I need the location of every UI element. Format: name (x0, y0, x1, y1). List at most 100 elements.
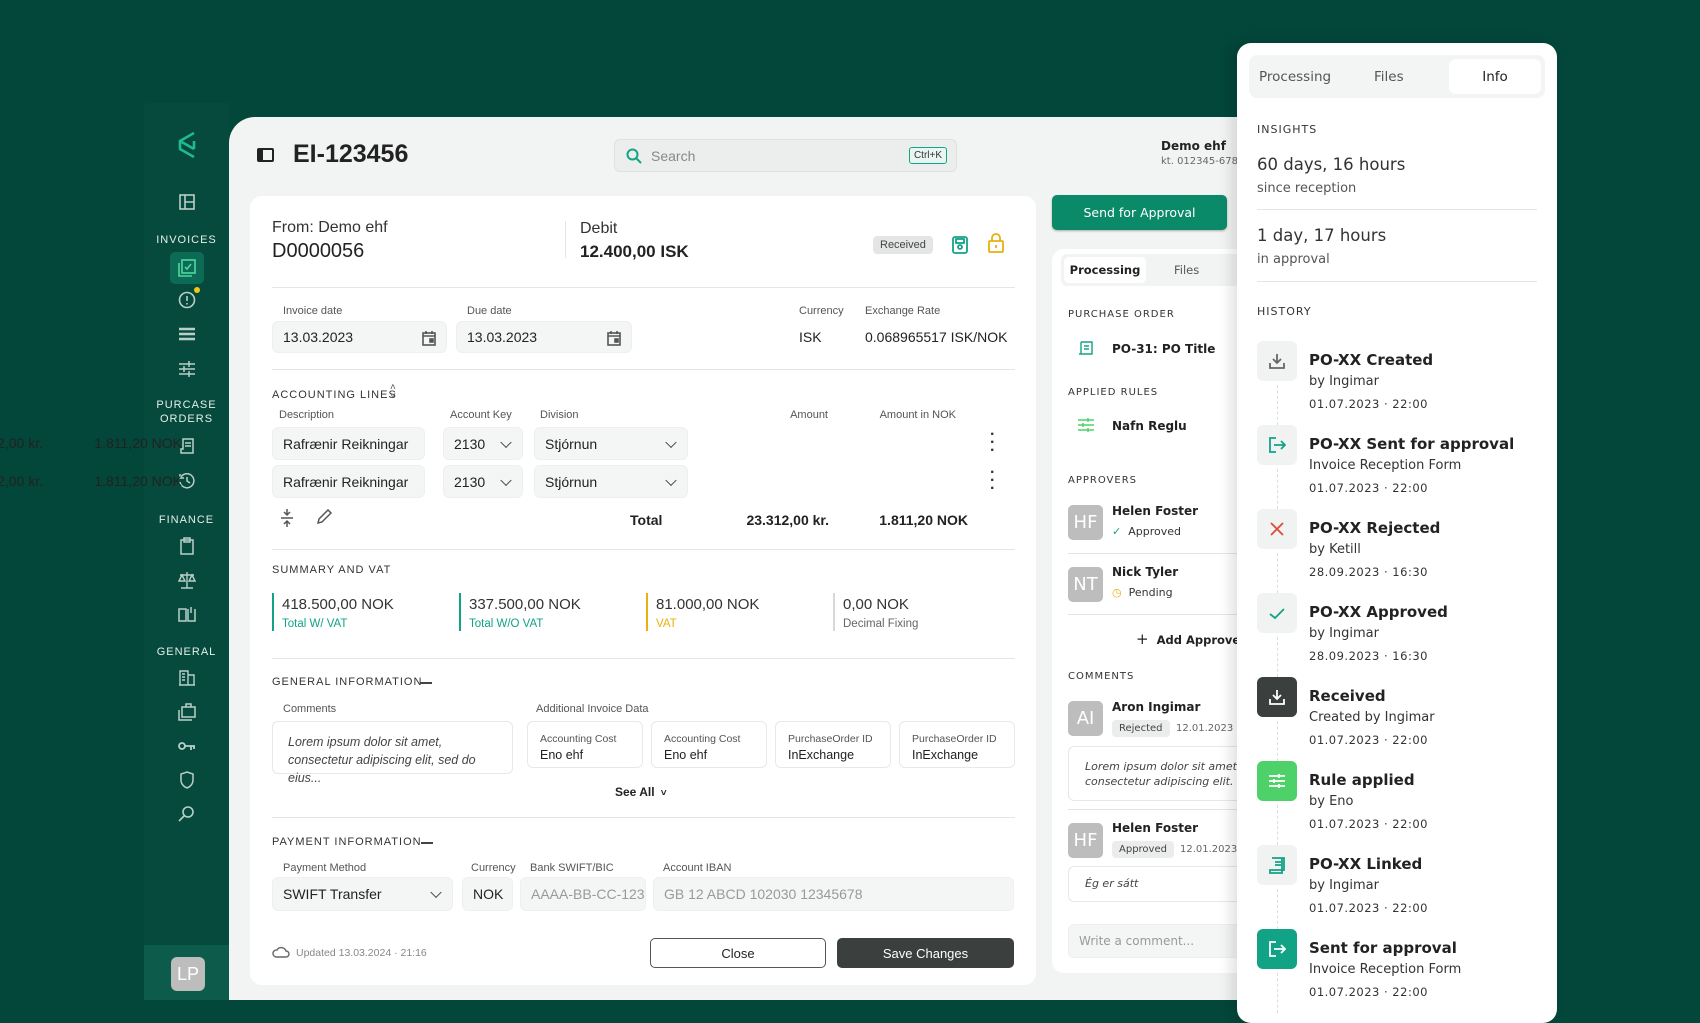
more-options-icon[interactable]: · · · (990, 427, 995, 459)
iban-input[interactable]: GB 12 ABCD 102030 12345678 (653, 877, 1014, 911)
history-subtitle: by Eno (1309, 794, 1354, 809)
avatar: HF (1068, 505, 1103, 540)
split-icon[interactable] (280, 509, 294, 527)
description-field[interactable]: Rafrænir Reikningar (272, 427, 425, 460)
avatar: AI (1068, 701, 1103, 736)
comments-label: Comments (283, 703, 337, 715)
check-icon: ✓ (1112, 525, 1122, 538)
swift-input[interactable]: AAAA-BB-CC-123 (520, 877, 646, 911)
company-name: Demo ehf (1161, 139, 1226, 153)
book-icon[interactable] (174, 601, 200, 627)
purchase-order-link[interactable]: PO-31: PO Title (1112, 342, 1215, 356)
info-panel: Processing Files Info INSIGHTS 60 days, … (1237, 43, 1557, 1023)
tab-files[interactable]: Files (1174, 263, 1199, 277)
invoice-number: D0000056 (272, 240, 365, 262)
payment-method-select[interactable]: SWIFT Transfer (272, 877, 453, 911)
logo-icon (170, 129, 204, 163)
summary-bar (459, 593, 461, 631)
sliders-icon (1078, 418, 1094, 432)
total-amount: 23.312,00 kr. (746, 512, 829, 528)
comments-box[interactable]: Lorem ipsum dolor sit amet, consectetur … (272, 721, 513, 785)
dashboard-icon[interactable] (174, 189, 200, 215)
list-icon[interactable] (174, 321, 200, 347)
currency-label: Currency (799, 305, 844, 317)
notification-dot (194, 287, 200, 293)
sidebar-toggle-icon[interactable] (257, 148, 274, 162)
close-button[interactable]: Close (650, 938, 826, 968)
chevron-down-icon (500, 474, 512, 486)
history-date: 01.07.2023 · 22:00 (1309, 397, 1428, 411)
clipboard-icon[interactable] (174, 533, 200, 559)
tab-processing[interactable]: Processing (1259, 69, 1331, 85)
save-changes-button[interactable]: Save Changes (837, 938, 1014, 968)
more-options-icon[interactable]: · · · (990, 465, 995, 497)
due-date-value: 13.03.2023 (467, 329, 538, 345)
accounting-lines-title: ACCOUNTING LINES (272, 389, 397, 401)
search-input[interactable]: Search Ctrl+K (614, 139, 957, 172)
tab-files[interactable]: Files (1374, 69, 1404, 85)
tab-info[interactable]: Info (1449, 59, 1541, 94)
history-title: Sent for approval (1309, 939, 1457, 957)
chevron-down-icon (500, 436, 512, 448)
history-date: 01.07.2023 · 22:00 (1309, 901, 1428, 915)
user-avatar[interactable]: LP (171, 957, 205, 991)
division-value: Stjórnun (545, 435, 598, 452)
edit-icon[interactable] (316, 509, 332, 525)
account-key-select[interactable]: 2130 (443, 427, 523, 460)
sort-icon[interactable]: ˄ ˅ (390, 383, 396, 402)
history-subtitle: by Ingimar (1309, 878, 1379, 893)
approver-status: ◷ Pending (1112, 586, 1173, 599)
description-field[interactable]: Rafrænir Reikningar (272, 465, 425, 498)
applied-rules-title: APPLIED RULES (1068, 387, 1159, 398)
tab-processing[interactable]: Processing (1064, 257, 1146, 283)
division-select[interactable]: Stjórnun (534, 465, 688, 498)
timeline-connector (1277, 721, 1278, 761)
insight-value: 1 day, 17 hours (1257, 226, 1387, 245)
lock-icon[interactable] (988, 233, 1004, 253)
collapse-icon[interactable] (420, 682, 432, 684)
calendar-icon[interactable] (422, 330, 436, 346)
alert-icon[interactable] (174, 287, 200, 313)
user-area: LP (144, 945, 229, 1000)
history-title: PO-XX Linked (1309, 855, 1423, 873)
comment-date: 12.01.2023 · (1176, 723, 1240, 734)
balance-icon[interactable] (174, 567, 200, 593)
timeline-connector (1277, 889, 1278, 929)
commenter-name: Helen Foster (1112, 821, 1199, 835)
approver-name: Helen Foster (1112, 504, 1199, 518)
save-icon[interactable] (952, 236, 968, 254)
timeline-connector (1277, 469, 1278, 509)
shield-icon[interactable] (174, 767, 200, 793)
approver-status: ✓ Approved (1112, 525, 1181, 538)
history-date: 01.07.2023 · 22:00 (1309, 481, 1428, 495)
additional-data-value: Eno ehf (540, 748, 584, 762)
briefcase-icon[interactable] (174, 699, 200, 725)
calendar-icon[interactable] (607, 330, 621, 346)
history-item: Rule applied by Eno 01.07.2023 · 22:00 (1257, 761, 1577, 845)
exchange-rate-value: 0.068965517 ISK/NOK (865, 329, 1008, 345)
comment-text: Ég er sátt (1085, 877, 1139, 890)
additional-data-label: Accounting Cost (540, 733, 617, 745)
invoice-approve-icon[interactable] (170, 252, 204, 284)
sliders-icon[interactable] (174, 356, 200, 382)
invoice-date-field[interactable]: 13.03.2023 (272, 321, 447, 353)
collapse-icon[interactable] (421, 842, 433, 844)
status-badge: Received (873, 236, 933, 254)
applied-rule[interactable]: Nafn Reglu (1112, 419, 1187, 433)
key-icon[interactable] (174, 733, 200, 759)
see-all-button[interactable]: See All ˅ (615, 785, 667, 799)
history-date: 28.09.2023 · 16:30 (1309, 565, 1428, 579)
add-approver-button[interactable]: + Add Approver (1136, 630, 1246, 648)
col-amount-nok: Amount in NOK (879, 409, 956, 421)
payment-currency-field[interactable]: NOK (462, 877, 513, 911)
division-select[interactable]: Stjórnun (534, 427, 688, 460)
building-icon[interactable] (174, 665, 200, 691)
send-for-approval-button[interactable]: Send for Approval (1052, 195, 1227, 230)
due-date-field[interactable]: 13.03.2023 (456, 321, 632, 353)
history-item: Sent for approval Invoice Reception Form 0… (1257, 929, 1577, 1013)
iban-label: Account IBAN (663, 862, 732, 874)
chevron-down-icon (665, 474, 677, 486)
account-key-select[interactable]: 2130 (443, 465, 523, 498)
additional-data-item: Accounting Cost Eno ehf (651, 721, 767, 768)
search-audit-icon[interactable] (174, 801, 200, 827)
